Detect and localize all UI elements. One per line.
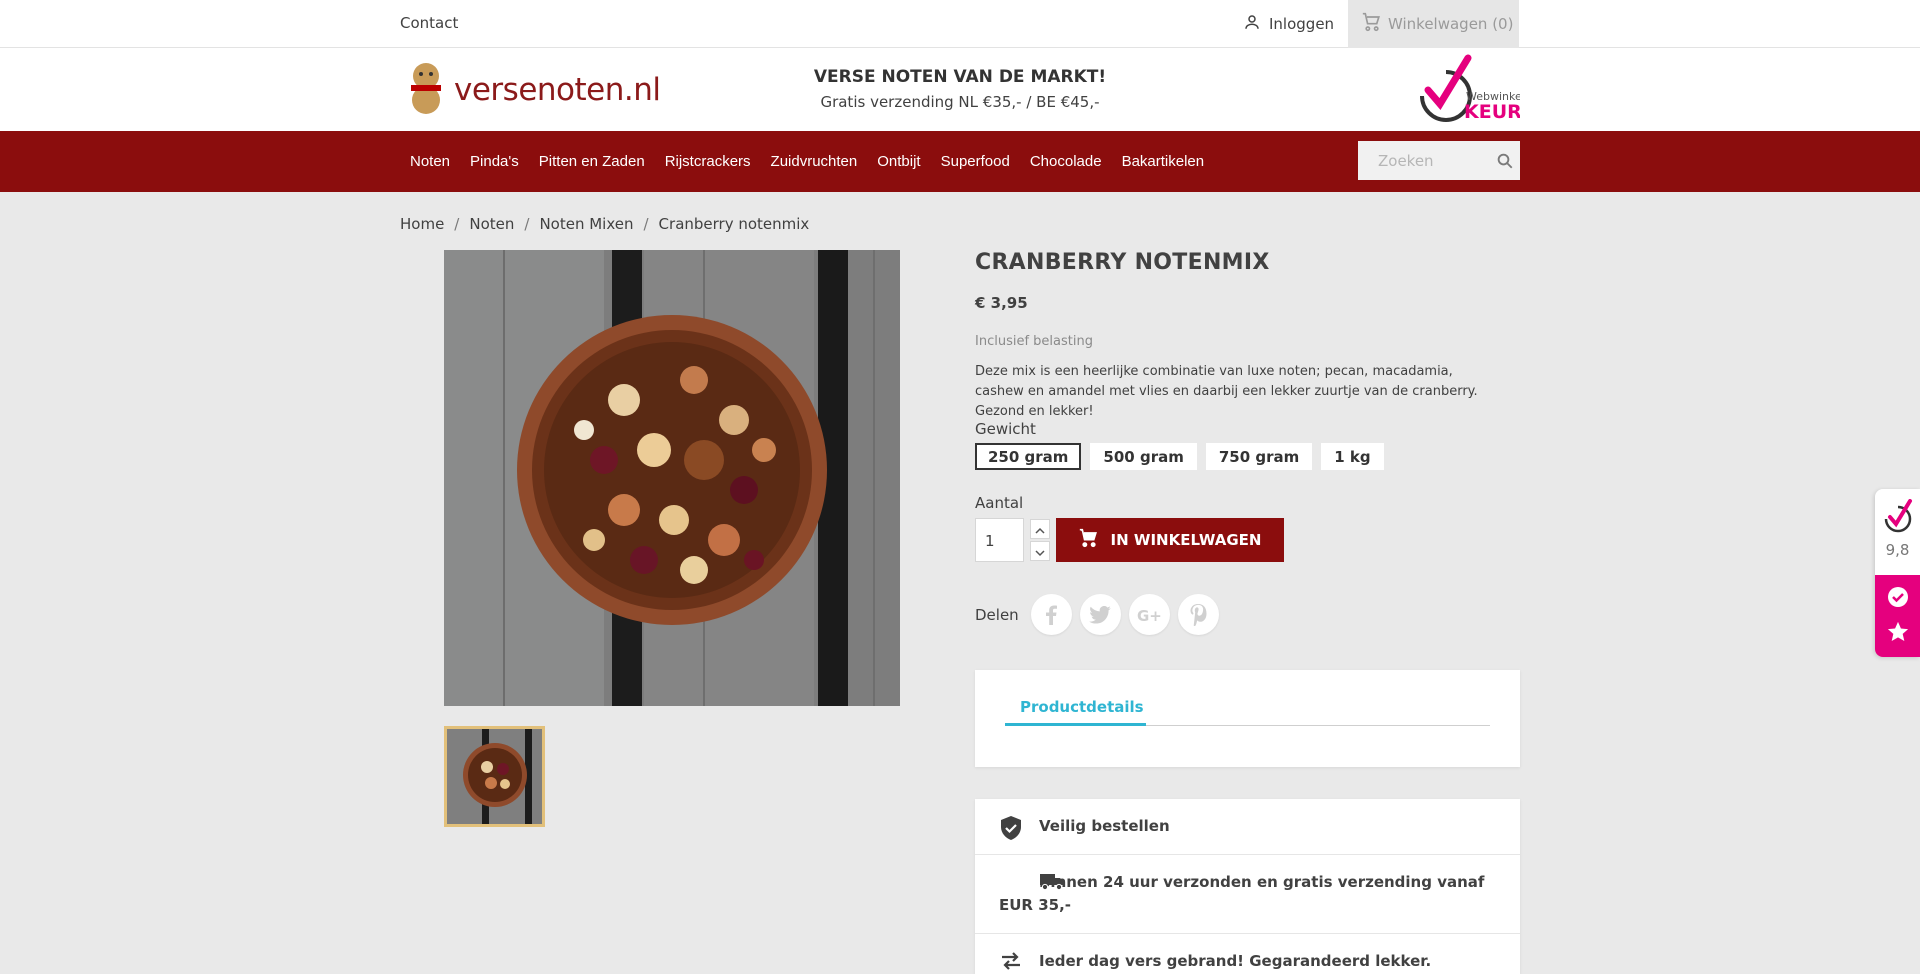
logo-text: versenoten.nl [454, 72, 661, 108]
breadcrumb-noten[interactable]: Noten [469, 215, 514, 233]
quantity-decrease-button[interactable] [1030, 541, 1050, 561]
weight-option-1kg[interactable]: 1 kg [1321, 443, 1384, 470]
reassurance-text: Ieder dag vers gebrand! Gegarandeerd lek… [1039, 952, 1432, 970]
nav-item-superfood[interactable]: Superfood [931, 153, 1020, 170]
site-header: versenoten.nl VERSE NOTEN VAN DE MARKT! … [0, 48, 1920, 131]
product-price: € 3,95 [975, 294, 1028, 312]
cart-label: Winkelwagen (0) [1388, 15, 1514, 33]
reassurance-item: Binnen 24 uur verzonden en gratis verzen… [975, 855, 1520, 934]
tab-active-indicator [1005, 723, 1146, 726]
check-circle-icon[interactable] [1887, 586, 1909, 612]
breadcrumb-separator: / [454, 215, 460, 233]
add-to-cart-button[interactable]: IN WINKELWAGEN [1056, 518, 1284, 562]
weight-options: 250 gram 500 gram 750 gram 1 kg [975, 443, 1384, 470]
shield-check-icon [1000, 816, 1022, 847]
breadcrumb-home[interactable]: Home [400, 215, 444, 233]
tab-productdetails[interactable]: Productdetails [1020, 698, 1144, 716]
cart-icon [1079, 528, 1099, 552]
twitter-icon[interactable] [1079, 594, 1121, 635]
pinterest-icon[interactable] [1177, 594, 1219, 635]
user-icon [1243, 13, 1261, 35]
login-label: Inloggen [1269, 15, 1335, 33]
reassurance-block: Veilig bestellen Binnen 24 uur verzonden… [975, 799, 1520, 974]
keur-brand-text: KEUR [1464, 101, 1520, 122]
promo-subtitle: Gratis verzending NL €35,- / BE €45,- [820, 93, 1100, 111]
product-tabs: Productdetails [975, 670, 1520, 767]
reassurance-item: Ieder dag vers gebrand! Gegarandeerd lek… [975, 934, 1520, 974]
nav-item-pitten-en-zaden[interactable]: Pitten en Zaden [529, 153, 655, 170]
search-placeholder: Zoeken [1378, 151, 1434, 170]
chevron-down-icon [1035, 542, 1045, 561]
logo[interactable]: versenoten.nl [406, 60, 661, 120]
nav-item-ontbijt[interactable]: Ontbijt [867, 153, 930, 170]
main-nav: Noten Pinda's Pitten en Zaden Rijstcrack… [0, 131, 1920, 192]
nav-item-noten[interactable]: Noten [400, 153, 460, 170]
weight-option-500[interactable]: 500 gram [1090, 443, 1197, 470]
product-description: Deze mix is een heerlijke combinatie van… [975, 364, 1478, 419]
nav-item-bakartikelen[interactable]: Bakartikelen [1112, 153, 1215, 170]
google-plus-icon[interactable]: G+ [1128, 594, 1170, 635]
tax-label: Inclusief belasting [975, 334, 1093, 349]
swap-arrows-icon [1000, 951, 1022, 974]
keur-check-icon [1882, 499, 1914, 537]
truck-icon [1000, 872, 1064, 899]
widget-actions [1875, 575, 1920, 657]
product-thumbnail[interactable] [444, 726, 545, 827]
webwinkelkeur-logo[interactable]: Webwinkel KEUR [1412, 54, 1525, 123]
webwinkelkeur-sidebar-widget[interactable]: 9,8 [1875, 489, 1920, 657]
nav-item-pindas[interactable]: Pinda's [460, 153, 529, 170]
peanut-logo-icon [406, 60, 446, 120]
breadcrumb-separator: / [643, 215, 649, 233]
chevron-up-icon [1035, 520, 1045, 539]
reassurance-text: Veilig bestellen [1039, 817, 1170, 835]
share-section: Delen G+ [975, 594, 1219, 635]
breadcrumb-noten-mixen[interactable]: Noten Mixen [539, 215, 633, 233]
promo-title: VERSE NOTEN VAN DE MARKT! [813, 67, 1107, 87]
share-label: Delen [975, 605, 1019, 624]
add-to-cart-label: IN WINKELWAGEN [1110, 531, 1262, 549]
nav-menu: Noten Pinda's Pitten en Zaden Rijstcrack… [400, 131, 1214, 192]
weight-label: Gewicht [975, 420, 1036, 438]
nav-item-chocolade[interactable]: Chocolade [1020, 153, 1112, 170]
top-bar: Contact Inloggen Winkelwagen (0) [0, 0, 1920, 48]
promo-banner: VERSE NOTEN VAN DE MARKT! Gratis verzend… [800, 67, 1120, 111]
facebook-icon[interactable] [1030, 594, 1072, 635]
weight-option-750[interactable]: 750 gram [1205, 443, 1313, 470]
nav-item-zuidvruchten[interactable]: Zuidvruchten [761, 153, 868, 170]
login-link[interactable]: Inloggen [1243, 12, 1334, 36]
contact-link[interactable]: Contact [400, 14, 458, 32]
quantity-label: Aantal [975, 494, 1024, 512]
reassurance-text: Binnen 24 uur verzonden en gratis verzen… [999, 873, 1485, 914]
svg-text:G+: G+ [1137, 607, 1161, 623]
nav-item-rijstcrackers[interactable]: Rijstcrackers [655, 153, 761, 170]
breadcrumb: Home / Noten / Noten Mixen / Cranberry n… [400, 215, 809, 233]
weight-option-250[interactable]: 250 gram [975, 443, 1082, 470]
search-icon[interactable] [1490, 152, 1520, 170]
widget-score: 9,8 [1885, 541, 1910, 559]
product-title: CRANBERRY NOTENMIX [975, 250, 1270, 275]
search-input[interactable]: Zoeken [1358, 141, 1520, 180]
cart-button[interactable]: Winkelwagen (0) [1348, 0, 1519, 48]
star-icon[interactable] [1887, 621, 1909, 647]
quantity-increase-button[interactable] [1030, 519, 1050, 539]
widget-score-panel: 9,8 [1875, 489, 1920, 575]
quantity-input[interactable]: 1 [975, 518, 1024, 562]
cart-icon [1362, 12, 1382, 36]
breadcrumb-separator: / [524, 215, 530, 233]
reassurance-item: Veilig bestellen [975, 799, 1520, 855]
breadcrumb-current: Cranberry notenmix [658, 215, 810, 233]
product-main-image[interactable] [444, 250, 900, 706]
